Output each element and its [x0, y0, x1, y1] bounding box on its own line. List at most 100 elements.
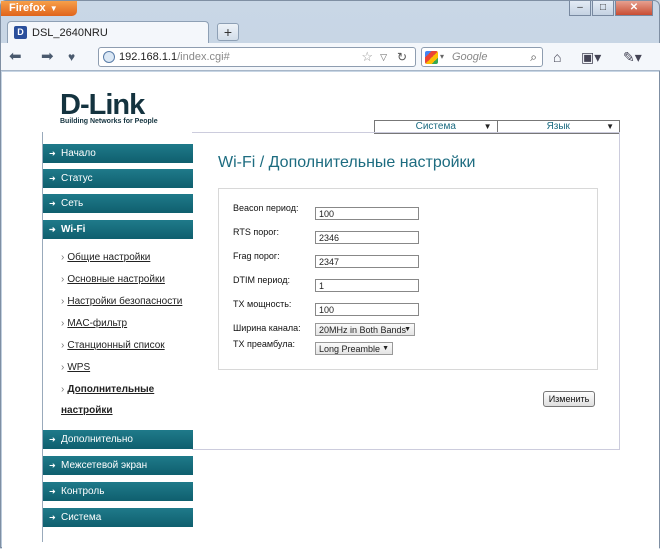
channel-width-label: Ширина канала:: [233, 323, 301, 333]
submenu-general[interactable]: › Общие настройки: [61, 252, 150, 263]
browser-window: Firefox ▼ – □ ✕ D DSL_2640NRU + ⬅ ➡ ♥ 192…: [0, 0, 660, 549]
sidebar-item-wifi[interactable]: ➜ Wi-Fi: [43, 220, 193, 239]
submenu-advanced[interactable]: › Дополнительные: [61, 384, 154, 395]
submenu-link[interactable]: MAC-фильтр: [67, 318, 127, 329]
chevron-down-icon: ▼: [404, 326, 411, 333]
submenu-link[interactable]: Общие настройки: [67, 252, 150, 263]
tools-icon[interactable]: ✎▾: [623, 49, 642, 65]
arrow-right-icon: ➜: [49, 174, 56, 183]
submenu-security[interactable]: › Настройки безопасности: [61, 296, 182, 307]
sidebar-item-label: Дополнительно: [61, 434, 133, 445]
page-title: Wi-Fi / Дополнительные настройки: [218, 154, 476, 171]
bullet-icon: ›: [61, 362, 65, 373]
minimize-icon[interactable]: –: [569, 1, 591, 16]
sidebar-item-label: Сеть: [61, 198, 84, 209]
arrow-right-icon: ➜: [49, 199, 56, 208]
submenu-station-list[interactable]: › Станционный список: [61, 340, 165, 351]
reload-icon[interactable]: ↻: [397, 48, 407, 66]
tab-router[interactable]: D DSL_2640NRU: [7, 21, 209, 43]
maximize-icon[interactable]: □: [592, 1, 614, 16]
sidebar-item-start[interactable]: ➜ Начало: [43, 144, 193, 163]
firefox-menu-label: Firefox: [9, 2, 46, 14]
submenu-advanced-cont[interactable]: настройки: [61, 405, 113, 416]
logo-tagline: Building Networks for People: [60, 118, 158, 125]
tab-title: DSL_2640NRU: [32, 26, 108, 39]
tx-preamble-value: Long Preamble: [319, 344, 381, 354]
arrow-right-icon: ➜: [49, 487, 56, 496]
sidebar-item-label: Wi-Fi: [61, 224, 86, 235]
chevron-down-icon[interactable]: ▾: [440, 48, 444, 66]
search-icon[interactable]: ⌕: [530, 48, 537, 66]
arrow-right-icon: ➜: [49, 225, 56, 234]
submenu-link[interactable]: Основные настройки: [67, 274, 165, 285]
beacon-label: Beacon период:: [233, 203, 299, 213]
rts-label: RTS порог:: [233, 227, 280, 237]
arrow-right-icon: ➜: [49, 149, 56, 158]
rts-input[interactable]: 2346: [315, 231, 419, 244]
url-path: /index.cgi#: [177, 51, 230, 63]
submenu-link[interactable]: WPS: [67, 362, 90, 373]
settings-form: Beacon период: 100 RTS порог: 2346 Frag …: [218, 188, 598, 370]
sidebar-item-advanced[interactable]: ➜ Дополнительно: [43, 430, 193, 449]
dtim-input[interactable]: 1: [315, 279, 419, 292]
sidebar-item-firewall[interactable]: ➜ Межсетевой экран: [43, 456, 193, 475]
sidebar-item-control[interactable]: ➜ Контроль: [43, 482, 193, 501]
dlink-logo: D-Link Building Networks for People: [60, 90, 158, 125]
submenu-mac-filter[interactable]: › MAC-фильтр: [61, 318, 127, 329]
system-select-label: Система: [415, 121, 456, 132]
window-controls: – □ ✕: [569, 1, 653, 17]
sidebar-item-label: Межсетевой экран: [61, 460, 148, 471]
submenu-basic[interactable]: › Основные настройки: [61, 274, 165, 285]
chevron-down-icon: ▼: [382, 345, 389, 352]
tx-power-input[interactable]: 100: [315, 303, 419, 316]
home-icon[interactable]: ⌂: [553, 49, 561, 65]
search-input[interactable]: ▾ Google ⌕: [421, 47, 543, 67]
frag-label: Frag порог:: [233, 251, 280, 261]
frag-input[interactable]: 2347: [315, 255, 419, 268]
tx-power-label: TX мощность:: [233, 299, 292, 309]
sidebar-item-network[interactable]: ➜ Сеть: [43, 194, 193, 213]
bullet-icon: ›: [61, 318, 65, 329]
tx-preamble-select[interactable]: Long Preamble ▼: [315, 342, 393, 355]
submenu-link[interactable]: Настройки безопасности: [67, 296, 182, 307]
submenu-link[interactable]: настройки: [61, 405, 113, 416]
history-icon[interactable]: ♥: [68, 48, 75, 66]
address-bar[interactable]: 192.168.1.1/index.cgi# ☆ ▽ ↻: [98, 47, 416, 67]
sidebar-item-label: Начало: [61, 148, 96, 159]
sidebar-item-system[interactable]: ➜ Система: [43, 508, 193, 527]
globe-icon: [103, 51, 115, 63]
bullet-icon: ›: [61, 340, 65, 351]
chevron-down-icon[interactable]: ▽: [380, 48, 387, 66]
sidebar-item-label: Система: [61, 512, 102, 523]
close-icon[interactable]: ✕: [615, 1, 653, 16]
bullet-icon: ›: [61, 384, 65, 395]
dlink-favicon-icon: D: [14, 26, 27, 39]
back-icon[interactable]: ⬅: [9, 48, 22, 66]
logo-name: D-Link: [60, 89, 145, 121]
bullet-icon: ›: [61, 296, 65, 307]
bookmarks-icon[interactable]: ▣▾: [581, 49, 601, 65]
arrow-right-icon: ➜: [49, 461, 56, 470]
web-page: D-Link Building Networks for People Сист…: [2, 72, 659, 549]
channel-width-select[interactable]: 20MHz in Both Bands ▼: [315, 323, 415, 336]
bullet-icon: ›: [61, 274, 65, 285]
chevron-down-icon: ▼: [49, 4, 58, 13]
search-placeholder: Google: [452, 51, 488, 63]
arrow-right-icon: ➜: [49, 435, 56, 444]
forward-icon[interactable]: ➡: [41, 48, 54, 66]
apply-button[interactable]: Изменить: [543, 391, 595, 407]
bookmark-star-icon[interactable]: ☆: [361, 48, 373, 66]
language-select-label: Язык: [546, 121, 570, 132]
submenu-wps[interactable]: › WPS: [61, 362, 90, 373]
submenu-link[interactable]: Станционный список: [67, 340, 164, 351]
firefox-menu-button[interactable]: Firefox ▼: [1, 1, 77, 16]
new-tab-button[interactable]: +: [217, 23, 239, 41]
submenu-link[interactable]: Дополнительные: [67, 384, 154, 395]
sidebar-item-label: Статус: [61, 173, 93, 184]
channel-width-value: 20MHz in Both Bands: [319, 325, 407, 335]
beacon-input[interactable]: 100: [315, 207, 419, 220]
tab-bar: D DSL_2640NRU +: [1, 21, 660, 43]
url-host: 192.168.1.1: [119, 51, 178, 63]
sidebar-item-label: Контроль: [61, 486, 105, 497]
sidebar-item-status[interactable]: ➜ Статус: [43, 169, 193, 188]
